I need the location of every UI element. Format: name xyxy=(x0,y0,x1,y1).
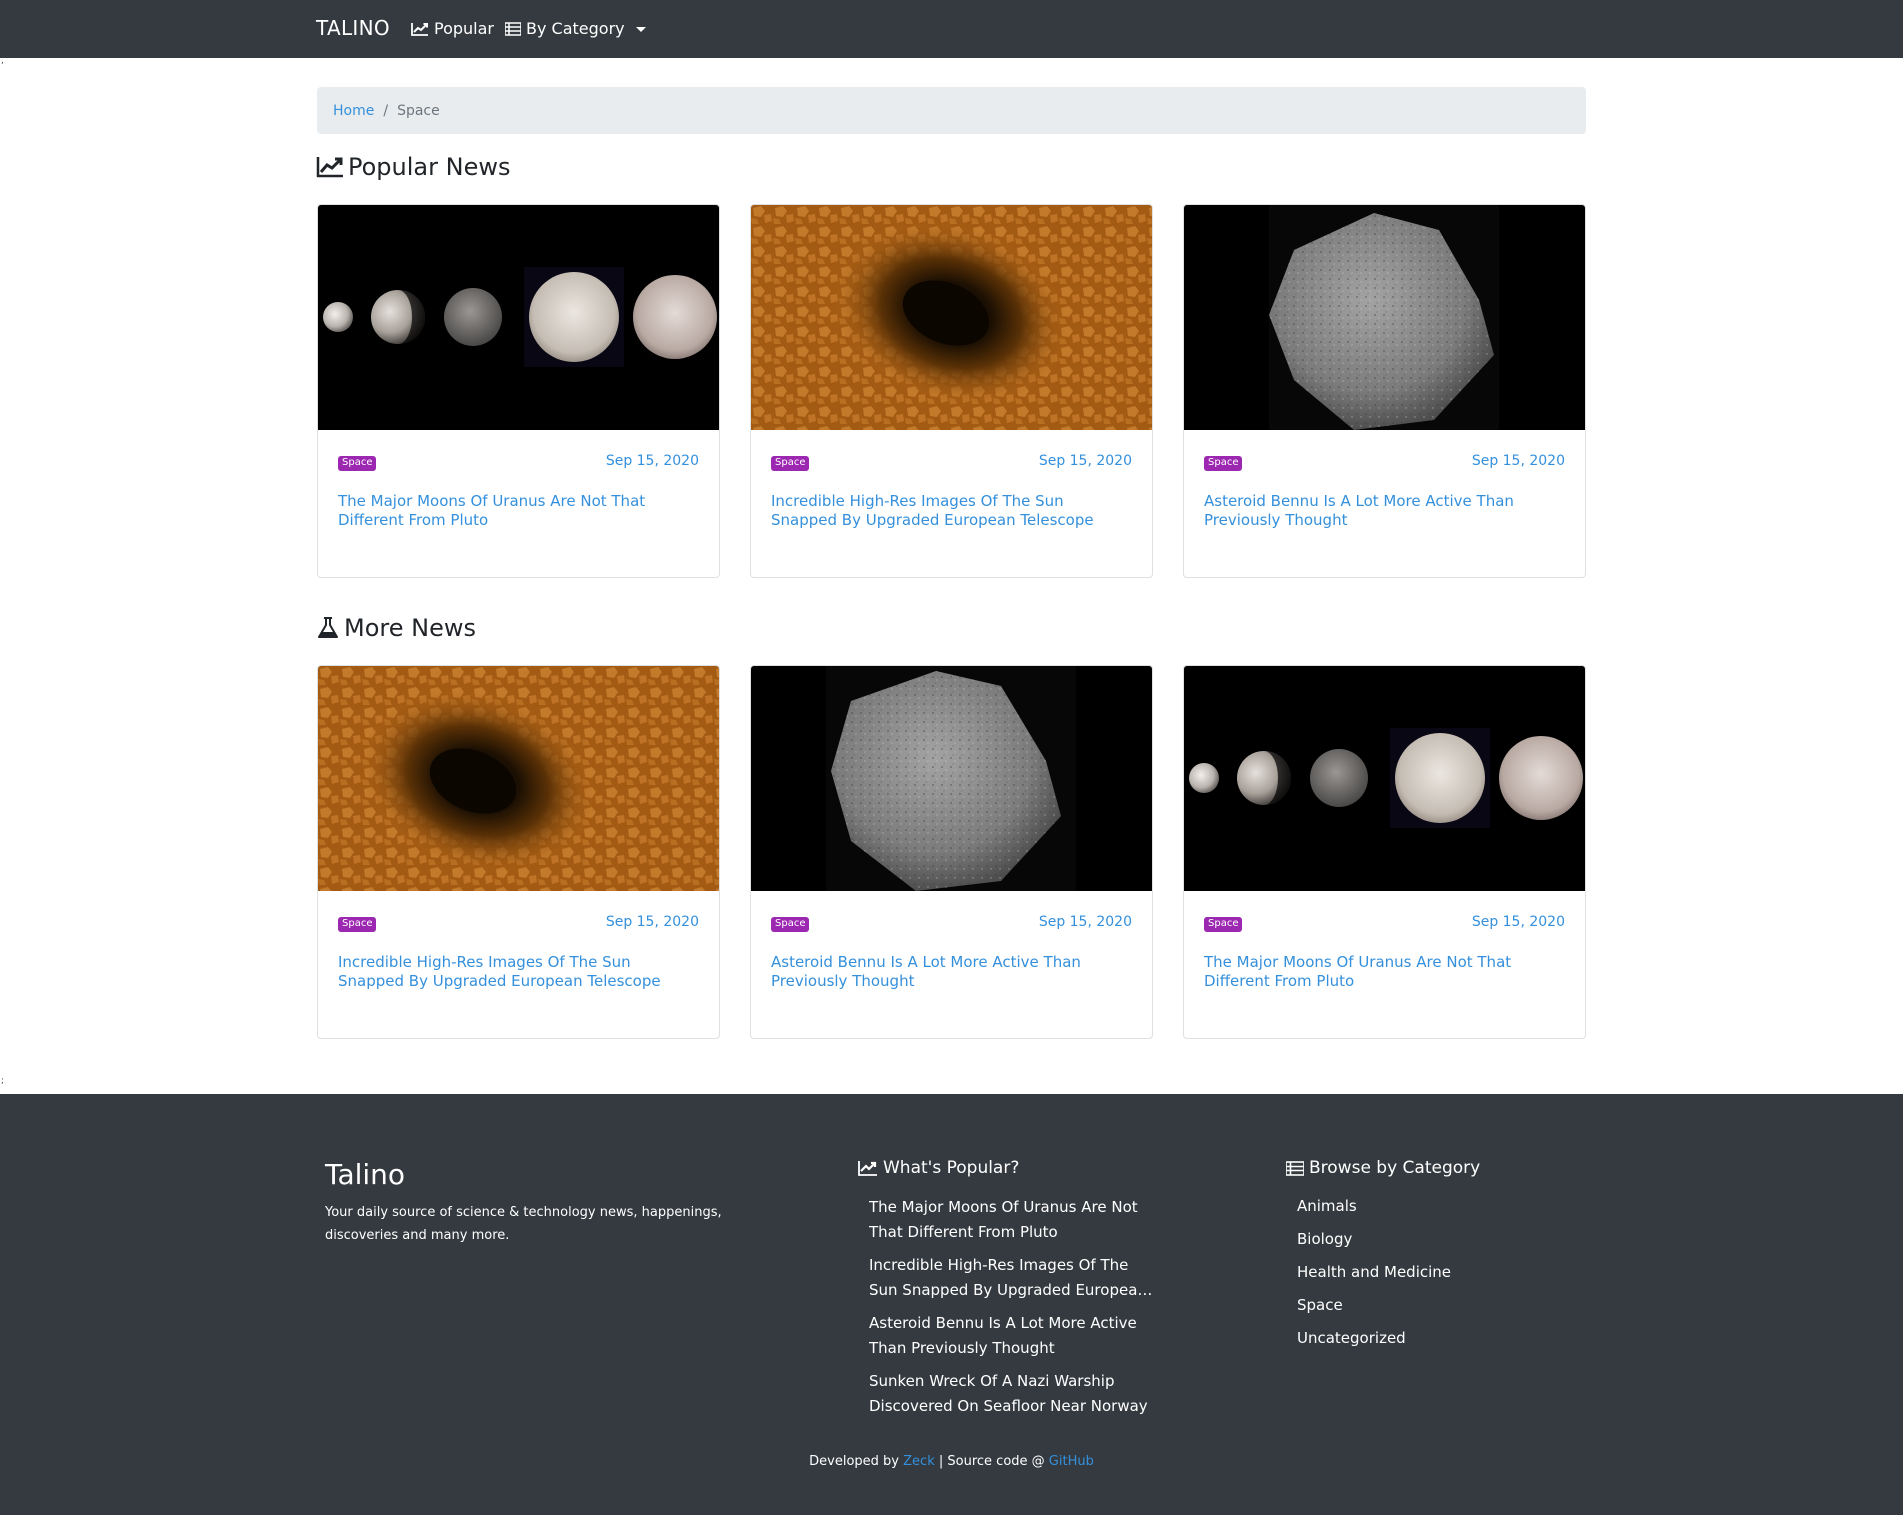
list-item: Health and Medicine xyxy=(1297,1261,1451,1284)
breadcrumb-current: Space xyxy=(397,102,440,119)
list-item: Space xyxy=(1297,1294,1451,1317)
footer-popular-link[interactable]: The Major Moons Of Uranus Are Not That D… xyxy=(869,1195,1159,1245)
caret-down-icon xyxy=(635,26,646,32)
footer-description: Your daily source of science & technolog… xyxy=(325,1205,722,1243)
footer-category-list: Animals Biology Health and Medicine Spac… xyxy=(1297,1195,1451,1360)
nav-category-label: By Category xyxy=(526,19,625,38)
moons-of-uranus-image[interactable] xyxy=(318,205,719,430)
news-card[interactable]: Space Sep 15, 2020 The Major Moons Of Ur… xyxy=(1183,665,1586,1039)
top-navbar: TALINO Popular By Category xyxy=(0,0,1903,58)
chart-line-icon xyxy=(316,156,344,178)
brand-logo-link[interactable]: TALINO xyxy=(316,16,390,40)
news-card[interactable]: Space Sep 15, 2020 The Major Moons Of Ur… xyxy=(317,204,720,578)
asteroid-bennu-image[interactable] xyxy=(751,666,1152,891)
footer-category-link-uncategorized[interactable]: Uncategorized xyxy=(1297,1329,1406,1347)
footer-category-link-biology[interactable]: Biology xyxy=(1297,1230,1352,1248)
nav-category-dropdown[interactable]: By Category xyxy=(505,19,646,38)
popular-news-heading: Popular News xyxy=(316,153,510,181)
breadcrumb: Home / Space xyxy=(317,87,1586,134)
card-date: Sep 15, 2020 xyxy=(1038,453,1132,469)
footer-popular-link[interactable]: Asteroid Bennu Is A Lot More Active Than… xyxy=(869,1311,1159,1361)
credits-middle: | Source code @ xyxy=(938,1454,1045,1469)
footer-category-link-space[interactable]: Space xyxy=(1297,1296,1343,1314)
news-card[interactable]: Space Sep 15, 2020 Asteroid Bennu Is A L… xyxy=(750,665,1153,1039)
list-item: Animals xyxy=(1297,1195,1451,1218)
category-badge[interactable]: Space xyxy=(771,917,810,932)
site-footer: Talino Your daily source of science & te… xyxy=(0,1094,1903,1515)
footer-popular-heading: What's Popular? xyxy=(858,1158,1019,1178)
footer-category-heading-label: Browse by Category xyxy=(1309,1158,1481,1178)
card-title-link[interactable]: Incredible High-Res Images Of The Sun Sn… xyxy=(338,953,698,991)
category-badge[interactable]: Space xyxy=(1204,917,1243,932)
card-title-link[interactable]: Asteroid Bennu Is A Lot More Active Than… xyxy=(771,953,1131,991)
news-card[interactable]: Space Sep 15, 2020 Incredible High-Res I… xyxy=(317,665,720,1039)
card-date: Sep 15, 2020 xyxy=(1471,453,1565,469)
card-title-link[interactable]: Asteroid Bennu Is A Lot More Active Than… xyxy=(1204,492,1564,530)
card-title-link[interactable]: Incredible High-Res Images Of The Sun Sn… xyxy=(771,492,1131,530)
news-card[interactable]: Space Sep 15, 2020 Incredible High-Res I… xyxy=(750,204,1153,578)
card-date: Sep 15, 2020 xyxy=(1038,914,1132,930)
card-title-link[interactable]: The Major Moons Of Uranus Are Not That D… xyxy=(1204,953,1564,991)
asteroid-bennu-image[interactable] xyxy=(1184,205,1585,430)
chart-line-icon xyxy=(411,22,429,36)
list-item: Uncategorized xyxy=(1297,1327,1451,1350)
category-badge[interactable]: Space xyxy=(1204,456,1243,471)
card-title-link[interactable]: The Major Moons Of Uranus Are Not That D… xyxy=(338,492,698,530)
footer-category-link-animals[interactable]: Animals xyxy=(1297,1197,1357,1215)
footer-popular-link[interactable]: Incredible High-Res Images Of The Sun Sn… xyxy=(869,1253,1159,1303)
moons-of-uranus-image[interactable] xyxy=(1184,666,1585,891)
footer-category-heading: Browse by Category xyxy=(1286,1158,1480,1178)
card-date: Sep 15, 2020 xyxy=(605,453,699,469)
chart-line-icon xyxy=(858,1160,878,1176)
stray-comma: , xyxy=(1,56,4,66)
list-item: Asteroid Bennu Is A Lot More Active Than… xyxy=(869,1311,1159,1361)
card-date: Sep 15, 2020 xyxy=(1471,914,1565,930)
footer-popular-heading-label: What's Popular? xyxy=(883,1158,1020,1178)
list-item: Sunken Wreck Of A Nazi Warship Discovere… xyxy=(869,1369,1159,1419)
flask-icon xyxy=(316,616,340,640)
footer-brand: Talino xyxy=(325,1158,406,1191)
popular-news-title: Popular News xyxy=(348,153,511,181)
stray-semicolon: ; xyxy=(1,1076,5,1086)
sunspot-image[interactable] xyxy=(751,205,1152,430)
author-link[interactable]: Zeck xyxy=(903,1454,935,1469)
list-item: The Major Moons Of Uranus Are Not That D… xyxy=(869,1195,1159,1245)
category-badge[interactable]: Space xyxy=(338,917,377,932)
footer-popular-list: The Major Moons Of Uranus Are Not That D… xyxy=(869,1195,1159,1427)
category-badge[interactable]: Space xyxy=(771,456,810,471)
footer-popular-link[interactable]: Sunken Wreck Of A Nazi Warship Discovere… xyxy=(869,1369,1159,1419)
list-item: Incredible High-Res Images Of The Sun Sn… xyxy=(869,1253,1159,1303)
breadcrumb-home-link[interactable]: Home xyxy=(333,103,374,119)
more-news-heading: More News xyxy=(316,614,476,642)
sunspot-image[interactable] xyxy=(318,666,719,891)
category-badge[interactable]: Space xyxy=(338,456,377,471)
list-icon xyxy=(1286,1160,1304,1176)
credits-prefix: Developed by xyxy=(809,1454,899,1469)
list-icon xyxy=(505,21,521,36)
footer-credits: Developed by Zeck | Source code @ GitHub xyxy=(0,1454,1903,1469)
news-card[interactable]: Space Sep 15, 2020 Asteroid Bennu Is A L… xyxy=(1183,204,1586,578)
list-item: Biology xyxy=(1297,1228,1451,1251)
footer-category-link-health[interactable]: Health and Medicine xyxy=(1297,1263,1451,1281)
nav-popular-link[interactable]: Popular xyxy=(411,19,494,38)
card-date: Sep 15, 2020 xyxy=(605,914,699,930)
more-news-title: More News xyxy=(344,614,476,642)
github-link[interactable]: GitHub xyxy=(1049,1454,1094,1469)
nav-popular-label: Popular xyxy=(434,19,494,38)
breadcrumb-separator: / xyxy=(383,102,389,119)
